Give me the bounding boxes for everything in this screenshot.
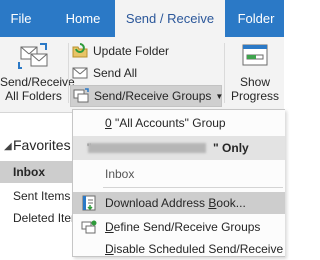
send-receive-groups-button[interactable]: Send/Receive Groups ▼ (70, 85, 224, 107)
send-receive-all-label-1: Send/Receive (0, 75, 75, 89)
favorites-header[interactable]: Favorites (13, 137, 71, 153)
send-all-button[interactable]: Send All (72, 63, 137, 83)
send-receive-all-folders-button[interactable]: Send/Receive All Folders (0, 39, 75, 111)
update-folder-icon (72, 43, 88, 58)
define-groups-label: Define Send/Receive Groups (105, 220, 261, 234)
show-progress-label-2: Progress (230, 89, 280, 103)
menu-item-account-only[interactable]: " " Only (73, 136, 285, 160)
download-address-book-label: Download Address Book... (105, 196, 246, 210)
show-progress-icon (242, 44, 268, 66)
disable-scheduled-label: Disable Scheduled Send/Receive (105, 242, 284, 256)
update-folder-button[interactable]: Update Folder (72, 41, 169, 61)
folder-item-inbox[interactable]: Inbox (0, 161, 72, 183)
send-all-icon (72, 67, 88, 79)
ribbon-separator (68, 43, 69, 103)
address-book-icon (82, 195, 96, 211)
tab-folder[interactable]: Folder (231, 0, 281, 37)
update-folder-label: Update Folder (93, 44, 170, 58)
menu-item-disable-scheduled[interactable]: Disable Scheduled Send/Receive (73, 238, 285, 260)
menu-item-all-accounts-group[interactable]: 0 "All Accounts" Group (73, 112, 285, 134)
send-receive-groups-icon (73, 88, 89, 103)
send-all-label: Send All (93, 66, 138, 80)
folder-item-deleted-items[interactable]: Deleted Items (0, 207, 72, 229)
inbox-label: Inbox (105, 167, 135, 181)
redacted-account-name (88, 143, 206, 153)
show-progress-button[interactable]: Show Progress (228, 39, 282, 111)
tab-send-receive[interactable]: Send / Receive (115, 0, 225, 38)
show-progress-label-1: Show (239, 75, 271, 89)
ribbon-body: Send/Receive All Folders Update Folder S… (0, 37, 284, 113)
account-only-label: " Only (213, 141, 249, 155)
tab-home[interactable]: Home (58, 0, 108, 37)
all-accounts-label: 0 "All Accounts" Group (105, 116, 226, 130)
menu-item-define-groups[interactable]: Define Send/Receive Groups (73, 216, 285, 238)
ribbon-tab-bar: File Home Send / Receive Folder (0, 0, 284, 38)
menu-divider (103, 187, 283, 188)
collapse-arrow-icon[interactable]: ◢ (4, 141, 12, 152)
folder-pane: ◢ Favorites Inbox Sent Items Deleted Ite… (0, 113, 72, 255)
menu-item-inbox[interactable]: Inbox (73, 163, 285, 185)
chevron-down-icon: ▼ (215, 92, 224, 101)
define-groups-icon (81, 220, 97, 234)
menu-item-download-address-book[interactable]: Download Address Book... (73, 192, 285, 214)
send-receive-groups-menu: 0 "All Accounts" Group " " Only Inbox Do… (72, 109, 285, 257)
send-receive-all-label-2: All Folders (5, 89, 62, 103)
send-receive-all-icon (17, 43, 47, 69)
ribbon-separator (224, 43, 225, 103)
send-receive-groups-label: Send/Receive Groups (94, 89, 212, 103)
tab-file[interactable]: File (0, 0, 42, 37)
folder-item-sent-items[interactable]: Sent Items (0, 185, 72, 207)
